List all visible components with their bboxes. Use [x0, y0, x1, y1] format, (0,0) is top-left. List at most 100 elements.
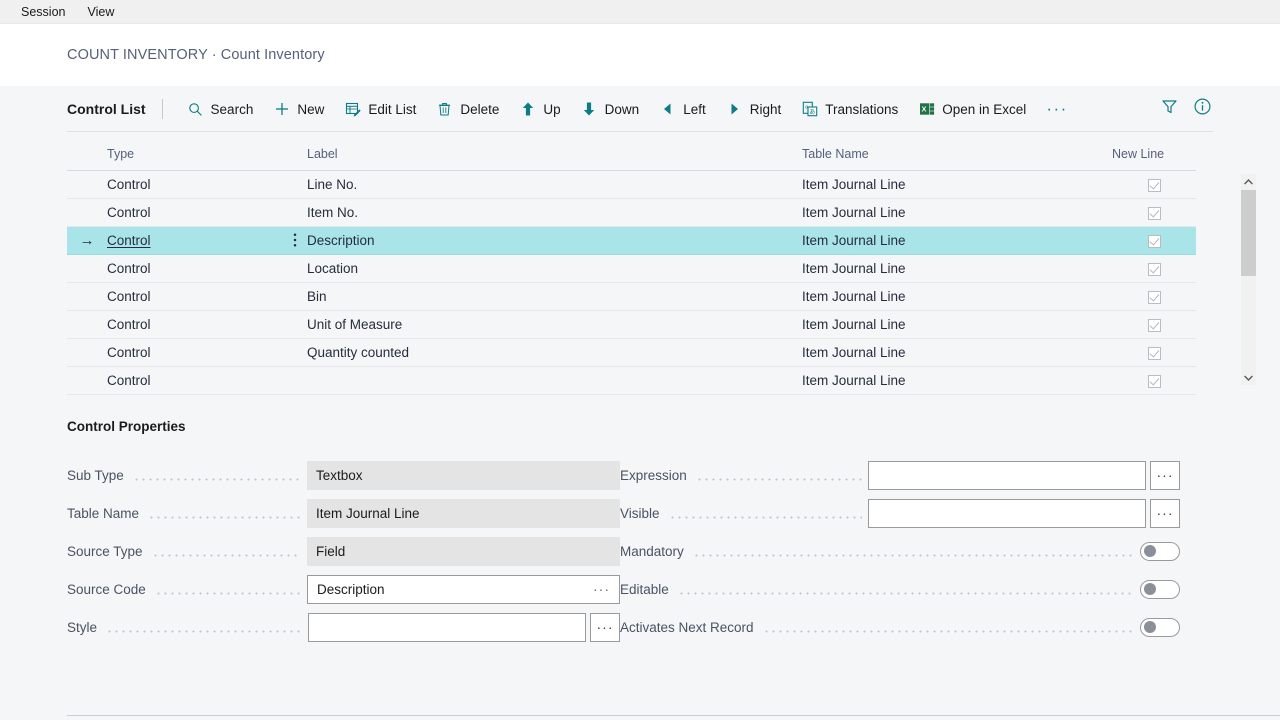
- cell-label[interactable]: Description: [307, 226, 802, 255]
- cell-type[interactable]: Control: [107, 226, 307, 255]
- cell-new-line[interactable]: [1112, 198, 1196, 227]
- cell-type[interactable]: Control: [107, 198, 307, 227]
- grid-header-new-line[interactable]: New Line: [1112, 143, 1196, 171]
- cell-table-name[interactable]: Item Journal Line: [802, 198, 1112, 227]
- row-context-menu-icon[interactable]: [293, 232, 297, 249]
- bottom-separator: [67, 715, 1280, 716]
- move-up-button[interactable]: Up: [511, 96, 568, 123]
- cell-label[interactable]: Unit of Measure: [307, 310, 802, 339]
- lookup-button[interactable]: ···: [1150, 460, 1180, 490]
- cell-type[interactable]: Control: [107, 282, 307, 311]
- cell-label[interactable]: Item No.: [307, 198, 802, 227]
- cell-table-name[interactable]: Item Journal Line: [802, 170, 1112, 199]
- table-row[interactable]: Control Item No. Item Journal Line: [67, 198, 1196, 227]
- table-row[interactable]: Control Item Journal Line: [67, 366, 1196, 395]
- cell-new-line[interactable]: [1112, 338, 1196, 367]
- table-row[interactable]: Control Bin Item Journal Line: [67, 282, 1196, 311]
- toggle-knob: [1144, 583, 1156, 595]
- new-line-checkbox[interactable]: [1147, 178, 1161, 192]
- table-row[interactable]: Control Quantity counted Item Journal Line: [67, 338, 1196, 367]
- grid-header-row: Type Label Table Name New Line: [67, 143, 1196, 171]
- property-row: Style ···: [67, 608, 620, 646]
- search-button[interactable]: Search: [179, 96, 262, 123]
- cell-label[interactable]: Quantity counted: [307, 338, 802, 367]
- new-line-checkbox[interactable]: [1147, 290, 1161, 304]
- table-row[interactable]: Control Line No. Item Journal Line: [67, 170, 1196, 199]
- scroll-up-button[interactable]: [1241, 174, 1256, 189]
- cell-label[interactable]: Location: [307, 254, 802, 283]
- cell-table-name[interactable]: Item Journal Line: [802, 282, 1112, 311]
- new-line-checkbox[interactable]: [1147, 346, 1161, 360]
- control-list-grid: Type Label Table Name New Line Control Li…: [0, 143, 1280, 395]
- cell-type[interactable]: Control: [107, 366, 307, 395]
- new-button[interactable]: New: [265, 96, 332, 123]
- filter-icon[interactable]: [1160, 97, 1179, 121]
- input-visible[interactable]: [868, 498, 1146, 528]
- cell-type[interactable]: Control: [107, 310, 307, 339]
- property-row: Mandatory: [620, 532, 1180, 570]
- menu-item-view[interactable]: View: [76, 2, 125, 22]
- cell-type[interactable]: Control: [107, 338, 307, 367]
- edit-list-button[interactable]: Edit List: [336, 96, 424, 123]
- inline-lookup-button[interactable]: ···: [593, 581, 610, 597]
- scrollbar-thumb[interactable]: [1241, 190, 1256, 276]
- table-row[interactable]: Control Location Item Journal Line: [67, 254, 1196, 283]
- label-leader-dots: [668, 506, 862, 520]
- move-right-button[interactable]: Right: [718, 96, 790, 123]
- grid-header-table-name[interactable]: Table Name: [802, 143, 1112, 171]
- input-source-code[interactable]: Description ···: [307, 574, 620, 604]
- toggle-editable[interactable]: [1140, 579, 1180, 599]
- property-control: Textbox: [307, 460, 620, 490]
- cell-table-name[interactable]: Item Journal Line: [802, 226, 1112, 255]
- input-expression[interactable]: [868, 460, 1146, 490]
- cell-new-line[interactable]: [1112, 254, 1196, 283]
- open-in-excel-button[interactable]: X Open in Excel: [910, 96, 1034, 123]
- grid-header-type[interactable]: Type: [107, 143, 307, 171]
- cell-type[interactable]: Control: [107, 254, 307, 283]
- lookup-button[interactable]: ···: [1150, 498, 1180, 528]
- toggle-activates-next-record[interactable]: [1140, 617, 1180, 637]
- grid-vertical-scrollbar[interactable]: [1241, 174, 1256, 385]
- new-line-checkbox[interactable]: [1147, 206, 1161, 220]
- toggle-knob: [1144, 545, 1156, 557]
- row-indicator: [67, 338, 107, 367]
- cell-table-name[interactable]: Item Journal Line: [802, 254, 1112, 283]
- cell-new-line[interactable]: [1112, 226, 1196, 255]
- new-line-checkbox[interactable]: [1147, 374, 1161, 388]
- cell-type[interactable]: Control: [107, 170, 307, 199]
- table-row[interactable]: Control Unit of Measure Item Journal Line: [67, 310, 1196, 339]
- cell-label[interactable]: Line No.: [307, 170, 802, 199]
- lookup-button[interactable]: ···: [590, 612, 620, 642]
- input-table-name: Item Journal Line: [307, 498, 620, 528]
- property-control: ···: [308, 612, 620, 642]
- table-row[interactable]: → Control Description Item Journal Line: [67, 226, 1196, 255]
- cell-label[interactable]: Bin: [307, 282, 802, 311]
- info-icon[interactable]: [1193, 97, 1212, 121]
- delete-button-label: Delete: [460, 101, 500, 117]
- toolbar-overflow-button[interactable]: ···: [1038, 97, 1075, 121]
- property-control: Field: [307, 536, 620, 566]
- input-source-type: Field: [307, 536, 620, 566]
- delete-button[interactable]: Delete: [428, 96, 507, 123]
- grid-header-label[interactable]: Label: [307, 143, 802, 171]
- new-line-checkbox[interactable]: [1147, 318, 1161, 332]
- cell-new-line[interactable]: [1112, 282, 1196, 311]
- new-line-checkbox[interactable]: [1147, 262, 1161, 276]
- row-indicator: [67, 366, 107, 395]
- new-line-checkbox[interactable]: [1147, 234, 1161, 248]
- cell-new-line[interactable]: [1112, 170, 1196, 199]
- move-down-button[interactable]: Down: [573, 96, 648, 123]
- input-style[interactable]: [308, 612, 586, 642]
- cell-table-name[interactable]: Item Journal Line: [802, 338, 1112, 367]
- cell-label[interactable]: [307, 366, 802, 395]
- translations-button[interactable]: a あ Translations: [793, 96, 906, 123]
- menu-item-session[interactable]: Session: [10, 2, 76, 22]
- scroll-down-button[interactable]: [1241, 370, 1256, 385]
- toggle-mandatory[interactable]: [1140, 541, 1180, 561]
- move-left-button[interactable]: Left: [651, 96, 714, 123]
- cell-new-line[interactable]: [1112, 310, 1196, 339]
- cell-table-name[interactable]: Item Journal Line: [802, 366, 1112, 395]
- search-button-label: Search: [210, 101, 254, 117]
- cell-table-name[interactable]: Item Journal Line: [802, 310, 1112, 339]
- cell-new-line[interactable]: [1112, 366, 1196, 395]
